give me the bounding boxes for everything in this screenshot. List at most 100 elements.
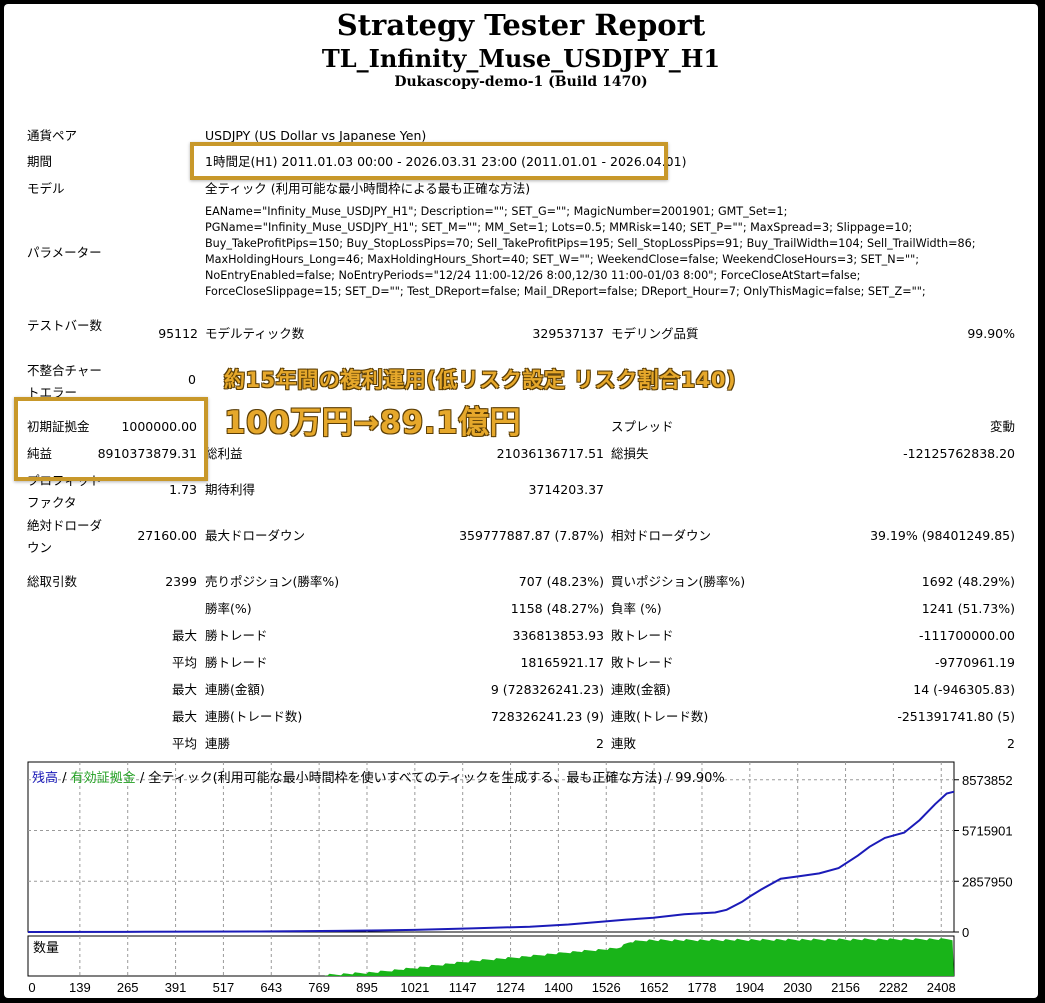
x-tick-label: 643 — [260, 980, 282, 995]
annotation-banner-line1: 約15年間の複利運用(低リスク設定 リスク割合140) — [224, 368, 737, 392]
largest-loss-value: -111700000.00 — [919, 628, 1015, 643]
legend-balance: 残高 — [32, 771, 59, 786]
legend-sep-1: / — [58, 771, 71, 786]
avg-consec-loss-label: 連敗 — [611, 736, 637, 751]
consec-loss-cnt-value: -251391741.80 (5) — [897, 709, 1015, 724]
avg-consec-loss-value: 2 — [1007, 736, 1015, 751]
legend-equity: 有効証拠金 — [70, 771, 136, 786]
avg-label-2: 平均 — [171, 736, 197, 751]
chart-svg: 8573852 5715901 2857950 0 0 139 265 391 517 643 76… — [27, 761, 1013, 995]
rel-dd-label: 相対ドローダウン — [611, 528, 712, 543]
short-value: 707 (48.23%) — [518, 574, 604, 589]
avg-win-label: 勝トレード — [205, 655, 268, 670]
avg-label-1: 平均 — [171, 655, 197, 670]
x-tick-label: 1147 — [449, 980, 477, 995]
y-tick-label: 2857950 — [962, 874, 1013, 889]
gross-loss-label: 総損失 — [611, 446, 649, 461]
largest-win-value: 336813853.93 — [512, 628, 604, 643]
server-build: Dukascopy-demo-1 (Build 1470) — [394, 74, 648, 90]
payoff-label: 期待利得 — [205, 482, 256, 497]
gross-profit-label: 総利益 — [205, 446, 243, 461]
bars-value: 95112 — [158, 326, 198, 341]
x-tick-label: 2030 — [783, 980, 812, 995]
period-label: 期間 — [27, 154, 53, 169]
x-tick-label: 391 — [165, 980, 187, 995]
rel-dd-value: 39.19% (98401249.85) — [870, 528, 1015, 543]
x-tick-label: 1274 — [496, 980, 525, 995]
x-tick-label: 265 — [117, 980, 139, 995]
avg-consec-win-label: 連勝 — [205, 736, 231, 751]
model-value: 全ティック (利用可能な最小時間枠による最も正確な方法) — [205, 181, 531, 196]
max-label-3: 最大 — [171, 709, 197, 724]
x-tick-label: 1021 — [400, 980, 429, 995]
balance-chart: 8573852 5715901 2857950 0 0 139 265 391 517 643 76… — [4, 754, 1038, 998]
long-label: 買いポジション(勝率%) — [611, 574, 746, 589]
winrate-label: 勝率(%) — [205, 601, 252, 616]
gross-profit-value: 21036136717.51 — [496, 446, 604, 461]
consec-win-cnt-value: 728326241.23 (9) — [490, 709, 604, 724]
params-value: EAName="Infinity_Muse_USDJPY_H1"; Descri… — [205, 205, 976, 298]
x-tick-label: 2282 — [879, 980, 908, 995]
abs-dd-value: 27160.00 — [137, 528, 197, 543]
mismatch-value: 0 — [188, 372, 196, 387]
consec-win-cnt-label: 連勝(トレード数) — [205, 709, 303, 724]
x-tick-label: 1904 — [735, 980, 764, 995]
max-label-2: 最大 — [171, 682, 197, 697]
avg-win-value: 18165921.17 — [520, 655, 604, 670]
winrate-value: 1158 (48.27%) — [510, 601, 604, 616]
x-tick-label: 1652 — [640, 980, 669, 995]
report-page: Strategy Tester Report TL_Infinity_Muse_… — [4, 4, 1038, 998]
y-tick-label: 0 — [962, 925, 969, 940]
params-label: パラメーター — [27, 245, 102, 260]
quality-label: モデリング品質 — [611, 326, 699, 341]
spread-value: 変動 — [989, 419, 1015, 434]
period-highlight-box — [190, 142, 668, 180]
ea-symbol-title: TL_Infinity_Muse_USDJPY_H1 — [321, 44, 721, 73]
x-tick-label: 517 — [213, 980, 235, 995]
x-tick-label: 1778 — [688, 980, 717, 995]
x-tick-label: 1526 — [592, 980, 621, 995]
ticks-label: モデルティック数 — [205, 326, 305, 341]
abs-dd-label: 絶対ドローダウン — [27, 518, 103, 555]
report-title: Strategy Tester Report — [336, 8, 706, 42]
largest-win-label: 勝トレード — [205, 628, 268, 643]
lossrate-label: 負率 (%) — [611, 601, 662, 616]
avg-loss-label: 敗トレード — [611, 655, 674, 670]
gross-loss-value: -12125762838.20 — [903, 446, 1015, 461]
consec-win-amt-value: 9 (728326241.23) — [490, 682, 604, 697]
lossrate-value: 1241 (51.73%) — [921, 601, 1015, 616]
short-label: 売りポジション(勝率%) — [205, 574, 340, 589]
avg-loss-value: -9770961.19 — [934, 655, 1015, 670]
ticks-value: 329537137 — [532, 326, 604, 341]
volume-label: 数量 — [33, 940, 59, 955]
x-tick-label: 1400 — [544, 980, 573, 995]
long-value: 1692 (48.29%) — [921, 574, 1015, 589]
x-tick-label: 0 — [28, 980, 35, 995]
chart-main-frame — [27, 761, 955, 933]
model-label: モデル — [27, 181, 65, 196]
legend-description: 全ティック(利用可能な最小時間枠を使いすべてのティックを生成する、最も正確な方法… — [148, 771, 725, 786]
pair-label: 通貨ペア — [27, 128, 78, 143]
y-tick-label: 5715901 — [962, 824, 1013, 839]
bars-label: テストバー数 — [27, 318, 103, 333]
payoff-value: 3714203.37 — [528, 482, 604, 497]
x-tick-label: 769 — [308, 980, 330, 995]
x-tick-label: 2408 — [927, 980, 956, 995]
x-tick-label: 2156 — [831, 980, 860, 995]
quality-value: 99.90% — [967, 326, 1015, 341]
consec-loss-amt-value: 14 (-946305.83) — [913, 682, 1015, 697]
legend-sep-2: / — [135, 771, 149, 786]
x-tick-label: 895 — [356, 980, 378, 995]
consec-win-amt-label: 連勝(金額) — [205, 682, 265, 697]
largest-loss-label: 敗トレード — [611, 628, 674, 643]
consec-loss-cnt-label: 連敗(トレード数) — [611, 709, 709, 724]
max-dd-value: 359777887.87 (7.87%) — [459, 528, 604, 543]
avg-consec-win-value: 2 — [596, 736, 604, 751]
x-tick-label: 139 — [69, 980, 91, 995]
spread-label: スプレッド — [611, 419, 674, 434]
deposit-net-highlight-box — [14, 397, 208, 481]
y-tick-label: 8573852 — [962, 773, 1013, 788]
annotation-banner-line2: 100万円→89.1億円 — [224, 405, 522, 441]
chart-legend: 残高 / 有効証拠金 / 全ティック(利用可能な最小時間枠を使いすべてのティック… — [32, 767, 725, 786]
consec-loss-amt-label: 連敗(金額) — [611, 682, 671, 697]
